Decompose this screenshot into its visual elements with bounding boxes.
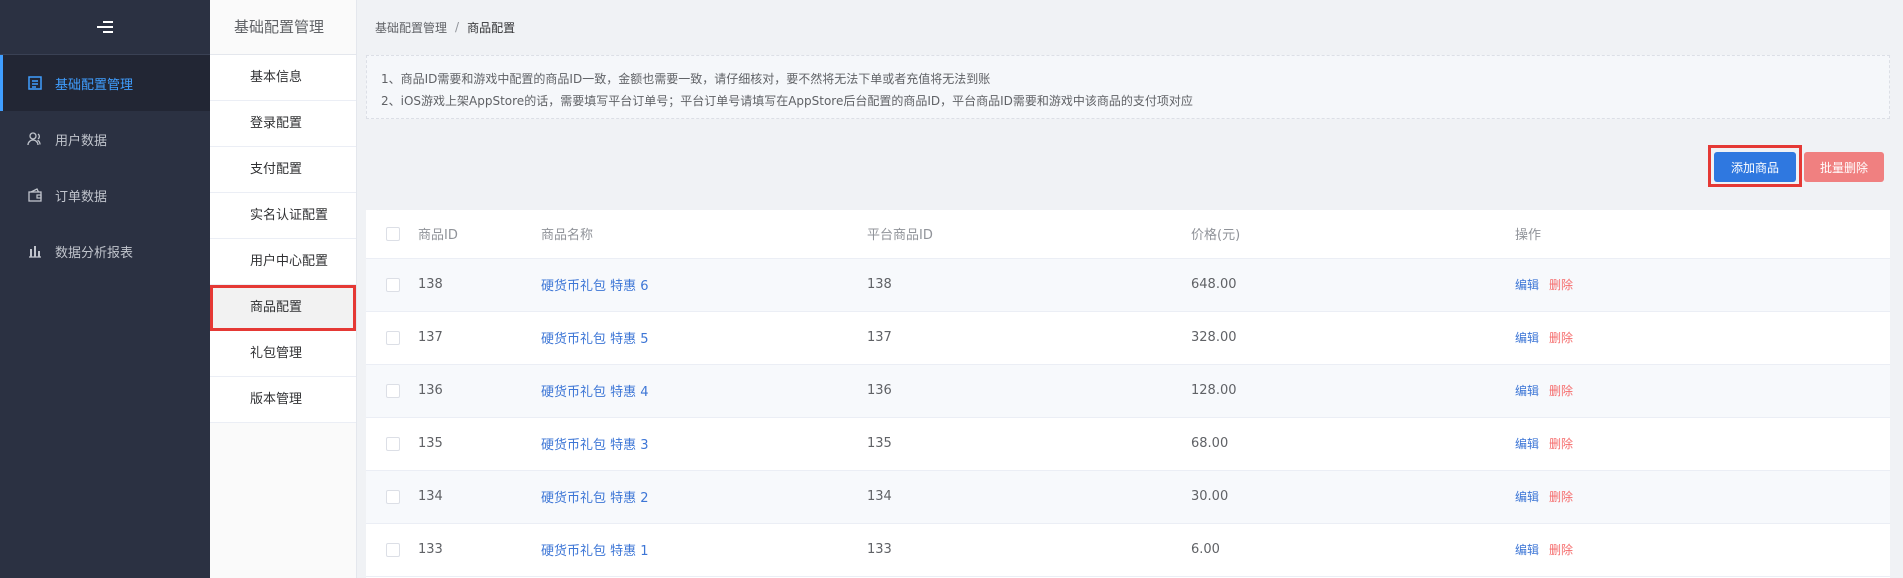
subnav-item-gift-management[interactable]: 礼包管理 [210, 331, 356, 377]
table-row: 133 硬货币礼包 特惠 1 133 6.00 编辑 删除 [366, 523, 1890, 577]
cell-platform-id: 138 [867, 258, 1191, 312]
cell-platform-id: 137 [867, 311, 1191, 365]
menu-toggle-icon[interactable] [97, 21, 113, 33]
sidebar-item-label: 数据分析报表 [55, 245, 134, 261]
cell-price: 30.00 [1191, 470, 1515, 524]
breadcrumb-current: 商品配置 [467, 20, 516, 35]
row-checkbox[interactable] [386, 489, 400, 504]
subnav-item-basic-info[interactable]: 基本信息 [210, 55, 356, 101]
breadcrumb: 基础配置管理 / 商品配置 [357, 0, 1903, 54]
wallet-icon [27, 187, 43, 203]
delete-link[interactable]: 删除 [1549, 278, 1573, 292]
header-price: 价格(元) [1191, 210, 1515, 259]
product-table: 商品ID 商品名称 平台商品ID 价格(元) 操作 138 硬货币礼包 特惠 61… [366, 210, 1890, 577]
table-row: 137 硬货币礼包 特惠 5 137 328.00 编辑 删除 [366, 311, 1890, 365]
add-product-button[interactable]: 添加商品 [1714, 152, 1796, 182]
sidebar-item-basic-config[interactable]: 基础配置管理 [0, 55, 210, 111]
cell-price: 648.00 [1191, 258, 1515, 312]
delete-link[interactable]: 删除 [1549, 384, 1573, 398]
cell-product-id: 137 [418, 311, 541, 365]
notice-line-2: 2、iOS游戏上架AppStore的话，需要填写平台订单号；平台订单号请填写在A… [381, 94, 1193, 108]
table-row: 134 硬货币礼包 特惠 2 134 30.00 编辑 删除 [366, 470, 1890, 524]
cell-product-id: 134 [418, 470, 541, 524]
table-row: 135 硬货币礼包 特惠 3 135 68.00 编辑 删除 [366, 417, 1890, 471]
header-platform-id: 平台商品ID [867, 210, 1191, 259]
cell-platform-id: 135 [867, 417, 1191, 471]
bar-chart-icon [27, 243, 43, 259]
main-sidebar: 基础配置管理 用户数据 订单数据 数据分析报表 [0, 0, 210, 578]
cell-platform-id: 134 [867, 470, 1191, 524]
subnav-item-product-config[interactable]: 商品配置 [210, 285, 356, 331]
table-row: 136 硬货币礼包 特惠 4 136 128.00 编辑 删除 [366, 364, 1890, 418]
header-operations: 操作 [1515, 228, 1542, 244]
row-checkbox[interactable] [386, 436, 400, 451]
row-checkbox[interactable] [386, 330, 400, 345]
edit-link[interactable]: 编辑 [1515, 437, 1539, 451]
breadcrumb-parent[interactable]: 基础配置管理 [375, 19, 447, 36]
delete-link[interactable]: 删除 [1549, 490, 1573, 504]
delete-link[interactable]: 删除 [1549, 543, 1573, 557]
delete-link[interactable]: 删除 [1549, 437, 1573, 451]
cell-product-name-link[interactable]: 硬货币礼包 特惠 2 [541, 491, 649, 506]
cell-product-name-link[interactable]: 硬货币礼包 特惠 5 [541, 332, 649, 347]
main-content: 基础配置管理 / 商品配置 1、商品ID需要和游戏中配置的商品ID一致，金额也需… [357, 0, 1903, 578]
row-checkbox[interactable] [386, 277, 400, 292]
header-product-id: 商品ID [418, 210, 541, 259]
cell-product-name-link[interactable]: 硬货币礼包 特惠 1 [541, 544, 649, 559]
edit-link[interactable]: 编辑 [1515, 384, 1539, 398]
edit-link[interactable]: 编辑 [1515, 331, 1539, 345]
select-all-checkbox[interactable] [386, 226, 400, 241]
product-table-container: 商品ID 商品名称 平台商品ID 价格(元) 操作 138 硬货币礼包 特惠 61… [366, 210, 1890, 578]
sidebar-item-label: 基础配置管理 [55, 77, 134, 93]
header-product-name: 商品名称 [541, 210, 867, 259]
cell-product-id: 135 [418, 417, 541, 471]
cell-product-name-link[interactable]: 硬货币礼包 特惠 3 [541, 438, 649, 453]
batch-delete-button[interactable]: 批量删除 [1804, 152, 1884, 182]
edit-link[interactable]: 编辑 [1515, 543, 1539, 557]
notice-line-1: 1、商品ID需要和游戏中配置的商品ID一致，金额也需要一致，请仔细核对，要不然将… [381, 72, 991, 86]
edit-link[interactable]: 编辑 [1515, 490, 1539, 504]
cell-platform-id: 133 [867, 523, 1191, 577]
users-icon [27, 131, 43, 147]
cell-platform-id: 136 [867, 364, 1191, 418]
subnav-item-payment-config[interactable]: 支付配置 [210, 147, 356, 193]
sidebar-item-analytics[interactable]: 数据分析报表 [0, 223, 210, 279]
breadcrumb-separator: / [455, 20, 460, 34]
sidebar-item-order-data[interactable]: 订单数据 [0, 167, 210, 223]
subnav-item-version-management[interactable]: 版本管理 [210, 377, 356, 423]
table-row: 138 硬货币礼包 特惠 6 138 648.00 编辑 删除 [366, 258, 1890, 312]
sub-sidebar: 基础配置管理 基本信息 登录配置 支付配置 实名认证配置 用户中心配置 商品配置… [210, 0, 357, 578]
sidebar-item-label: 订单数据 [55, 189, 108, 205]
cell-product-name-link[interactable]: 硬货币礼包 特惠 6 [541, 279, 649, 294]
cell-product-name-link[interactable]: 硬货币礼包 特惠 4 [541, 385, 649, 400]
row-checkbox[interactable] [386, 542, 400, 557]
edit-link[interactable]: 编辑 [1515, 278, 1539, 292]
subnav-title: 基础配置管理 [210, 0, 356, 55]
subnav-item-usercenter-config[interactable]: 用户中心配置 [210, 239, 356, 285]
config-icon [27, 75, 43, 91]
cell-price: 6.00 [1191, 523, 1515, 577]
row-checkbox[interactable] [386, 383, 400, 398]
cell-product-id: 138 [418, 258, 541, 312]
table-header-row: 商品ID 商品名称 平台商品ID 价格(元) 操作 [366, 210, 1890, 259]
delete-link[interactable]: 删除 [1549, 331, 1573, 345]
sidebar-item-user-data[interactable]: 用户数据 [0, 111, 210, 167]
subnav-item-realname-config[interactable]: 实名认证配置 [210, 193, 356, 239]
cell-price: 68.00 [1191, 417, 1515, 471]
notice-box: 1、商品ID需要和游戏中配置的商品ID一致，金额也需要一致，请仔细核对，要不然将… [366, 55, 1890, 119]
cell-product-id: 136 [418, 364, 541, 418]
cell-price: 328.00 [1191, 311, 1515, 365]
sidebar-header [0, 0, 210, 55]
subnav-item-login-config[interactable]: 登录配置 [210, 101, 356, 147]
sidebar-item-label: 用户数据 [55, 133, 108, 149]
cell-product-id: 133 [418, 523, 541, 577]
cell-price: 128.00 [1191, 364, 1515, 418]
